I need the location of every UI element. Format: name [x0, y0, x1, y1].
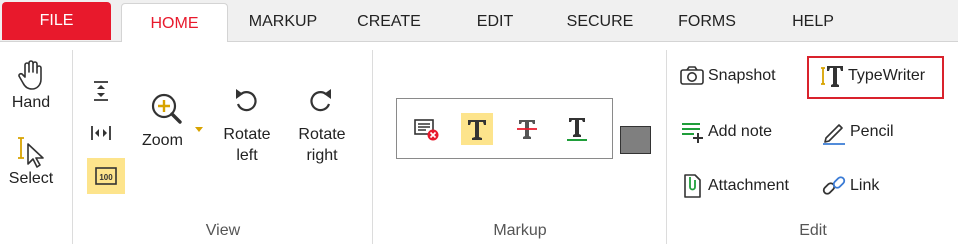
underline-text-button[interactable] [561, 113, 593, 145]
rotate-left-icon [236, 89, 257, 112]
highlight-text-icon [468, 120, 486, 140]
pencil-button[interactable]: Pencil [820, 116, 894, 148]
rotate-left-label-1: Rotate [223, 126, 271, 143]
ribbon-home: Hand Select 100 Zoom Rotate left Rotate … [0, 42, 958, 246]
camera-icon [678, 62, 706, 90]
tab-forms[interactable]: FORMS [670, 2, 744, 42]
typewriter-label: TypeWriter [848, 67, 926, 84]
typewriter-icon [818, 62, 846, 90]
pencil-icon [820, 118, 848, 146]
tab-home[interactable]: HOME [121, 3, 228, 43]
group-divider [666, 50, 667, 244]
add-note-icon [678, 118, 706, 146]
select-cursor-icon [18, 137, 44, 168]
zoom-button[interactable]: Zoom [138, 86, 208, 166]
tab-help[interactable]: HELP [782, 2, 844, 42]
markup-tools-gallery [396, 98, 613, 159]
attachment-button[interactable]: Attachment [678, 170, 789, 202]
view-group-label: View [205, 222, 241, 239]
actual-size-icon: 100 [95, 167, 117, 185]
add-note-button[interactable]: Add note [678, 116, 772, 148]
delete-comment-icon [414, 119, 439, 141]
tab-file[interactable]: FILE [2, 2, 111, 40]
snapshot-label: Snapshot [708, 67, 776, 84]
rotate-left-label-2: left [236, 147, 258, 164]
rotate-right-label-2: right [306, 147, 338, 164]
attachment-label: Attachment [708, 177, 789, 194]
markup-group-label: Markup [493, 222, 547, 239]
tab-markup[interactable]: MARKUP [239, 2, 327, 42]
group-divider [372, 50, 373, 244]
zoom-magnifier-icon [151, 93, 182, 124]
attachment-icon [678, 172, 706, 200]
rotate-left-button[interactable]: Rotate left [214, 86, 280, 166]
hand-label: Hand [11, 94, 51, 111]
ribbon-tab-strip: FILE HOME MARKUP CREATE EDIT SECURE FORM… [0, 0, 958, 43]
rotate-right-icon [310, 89, 331, 112]
rotate-right-label-1: Rotate [298, 126, 346, 143]
hand-tool-button[interactable]: Hand [4, 58, 58, 120]
add-note-label: Add note [708, 123, 773, 140]
link-label: Link [850, 177, 880, 194]
link-button[interactable]: Link [820, 170, 879, 202]
tab-create[interactable]: CREATE [346, 2, 432, 42]
hand-icon [18, 60, 42, 90]
tab-edit[interactable]: EDIT [462, 2, 528, 42]
actual-size-button[interactable]: 100 [87, 158, 125, 194]
link-icon [820, 172, 848, 200]
zoom-dropdown-icon[interactable] [194, 126, 204, 134]
edit-group-label: Edit [799, 222, 827, 239]
svg-text:100: 100 [99, 173, 113, 182]
markup-color-swatch[interactable] [620, 126, 651, 154]
pencil-label: Pencil [850, 123, 894, 140]
fit-height-icon [94, 81, 108, 101]
underline-text-icon [567, 118, 587, 141]
select-tool-button[interactable]: Select [2, 134, 60, 198]
fit-width-button[interactable] [82, 116, 120, 150]
fit-height-button[interactable] [82, 74, 120, 108]
snapshot-button[interactable]: Snapshot [678, 60, 776, 92]
select-label: Select [8, 170, 54, 187]
group-divider [72, 50, 73, 244]
fit-width-icon [91, 126, 111, 140]
strikeout-text-button[interactable] [511, 113, 543, 145]
delete-comment-button[interactable] [411, 113, 443, 145]
tab-secure[interactable]: SECURE [558, 2, 642, 42]
typewriter-button[interactable]: TypeWriter [818, 60, 925, 92]
rotate-right-button[interactable]: Rotate right [288, 86, 356, 166]
strikeout-text-icon [517, 120, 537, 139]
highlight-text-button[interactable] [461, 113, 493, 145]
